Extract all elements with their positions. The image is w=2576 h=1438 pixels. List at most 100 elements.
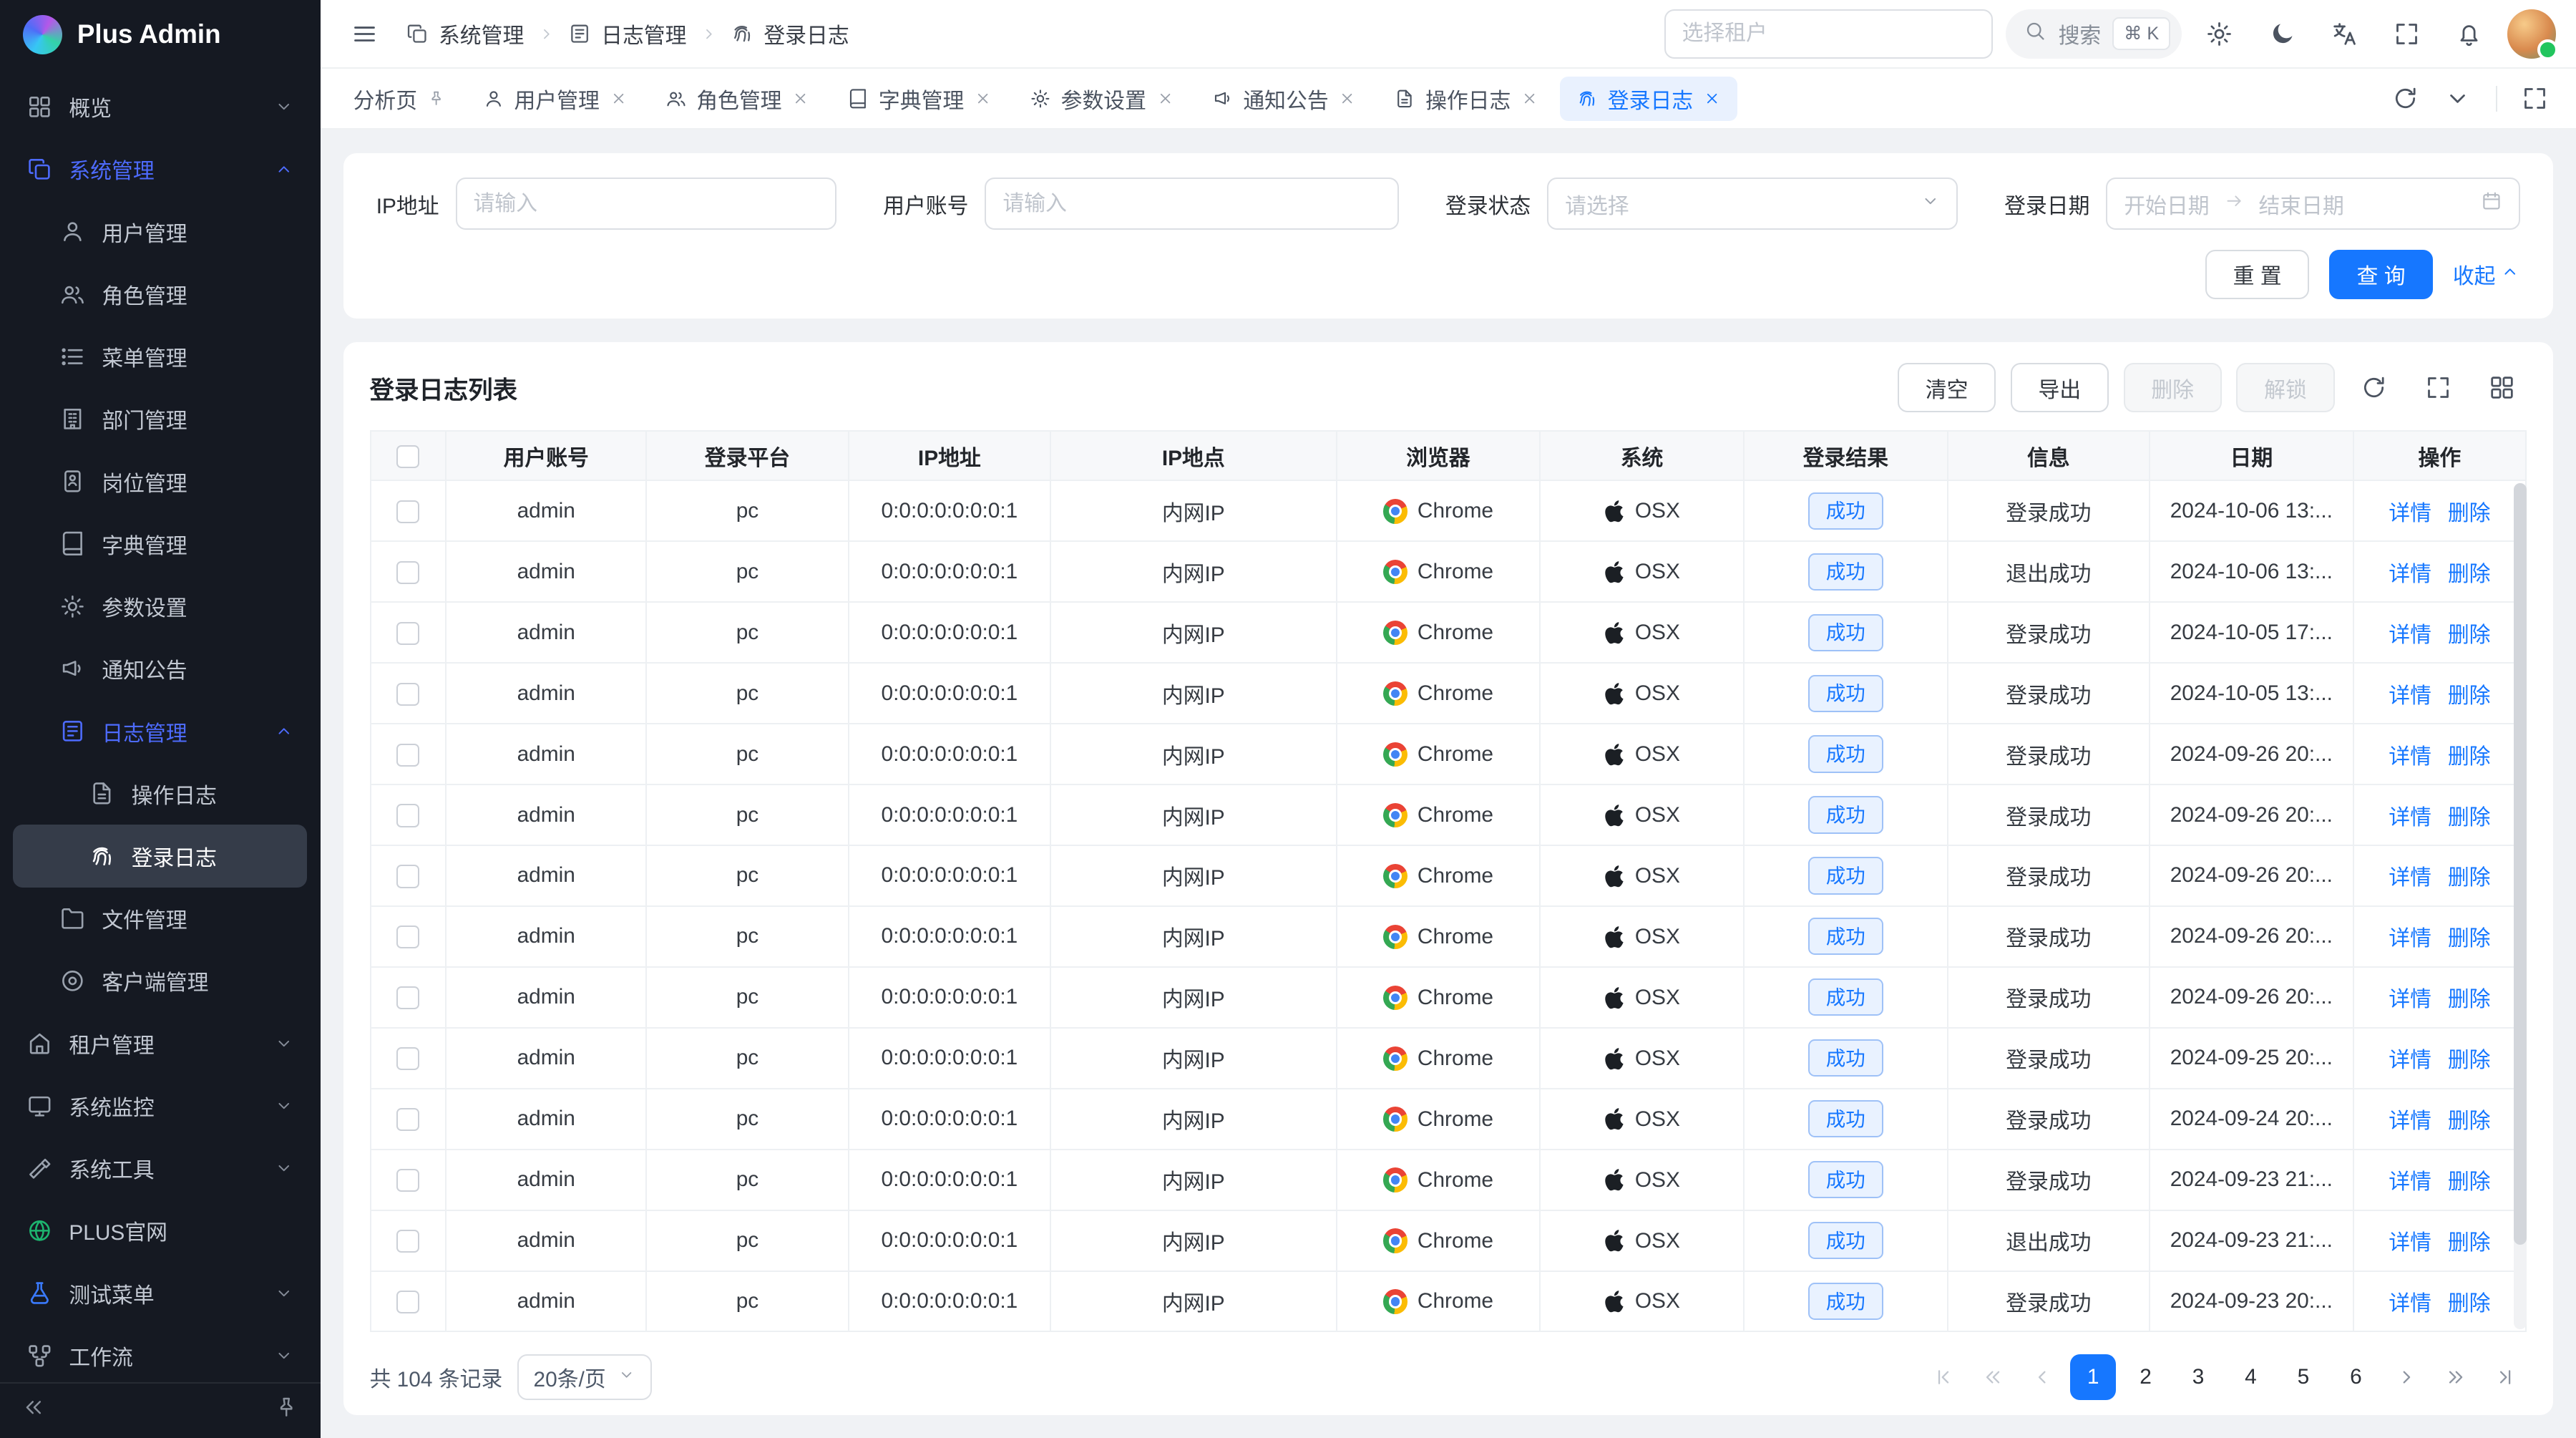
close-icon[interactable] bbox=[1521, 89, 1538, 107]
app-logo[interactable]: Plus Admin bbox=[0, 0, 321, 69]
delete-link[interactable]: 删除 bbox=[2448, 684, 2491, 708]
close-icon[interactable] bbox=[1156, 89, 1174, 107]
delete-link[interactable]: 删除 bbox=[2448, 1292, 2491, 1316]
refresh-tab-button[interactable] bbox=[2381, 74, 2430, 123]
breadcrumb-item-log-mgmt[interactable]: 日志管理 bbox=[568, 18, 686, 49]
close-icon[interactable] bbox=[1703, 89, 1721, 107]
pin-sidebar-button[interactable] bbox=[274, 1395, 298, 1426]
search-button[interactable]: 查 询 bbox=[2329, 250, 2433, 299]
table-fullscreen-button[interactable] bbox=[2414, 363, 2463, 412]
detail-link[interactable]: 详情 bbox=[2389, 745, 2431, 769]
sidebar-toggle-button[interactable] bbox=[340, 9, 389, 59]
sidebar-item-post-mgmt[interactable]: 岗位管理 bbox=[13, 450, 307, 512]
page-size-select[interactable]: 20条/页 bbox=[517, 1354, 652, 1400]
status-select[interactable]: 请选择 bbox=[1547, 178, 1958, 230]
row-checkbox[interactable] bbox=[396, 622, 419, 645]
detail-link[interactable]: 详情 bbox=[2389, 1292, 2431, 1316]
global-search[interactable]: 搜索 ⌘ K bbox=[2006, 9, 2182, 59]
row-checkbox[interactable] bbox=[396, 1291, 419, 1313]
notifications-button[interactable] bbox=[2444, 9, 2494, 59]
content-fullscreen-button[interactable] bbox=[2510, 74, 2560, 123]
detail-link[interactable]: 详情 bbox=[2389, 1170, 2431, 1194]
row-checkbox[interactable] bbox=[396, 986, 419, 1009]
settings-button[interactable] bbox=[2195, 9, 2244, 59]
delete-link[interactable]: 删除 bbox=[2448, 563, 2491, 586]
detail-link[interactable]: 详情 bbox=[2389, 927, 2431, 951]
prev-page-button[interactable] bbox=[2021, 1356, 2064, 1399]
row-checkbox[interactable] bbox=[396, 1108, 419, 1131]
detail-link[interactable]: 详情 bbox=[2389, 623, 2431, 647]
sidebar-item-role-mgmt[interactable]: 角色管理 bbox=[13, 263, 307, 325]
delete-link[interactable]: 删除 bbox=[2448, 1109, 2491, 1133]
row-checkbox[interactable] bbox=[396, 804, 419, 827]
user-avatar[interactable] bbox=[2507, 9, 2557, 59]
scrollbar-thumb[interactable] bbox=[2514, 483, 2527, 1245]
sidebar-item-workflow[interactable]: 工作流 bbox=[13, 1324, 307, 1382]
delete-link[interactable]: 删除 bbox=[2448, 1170, 2491, 1194]
tab-role-mgmt[interactable]: 角色管理 bbox=[649, 77, 826, 121]
row-checkbox[interactable] bbox=[396, 500, 419, 523]
detail-link[interactable]: 详情 bbox=[2389, 684, 2431, 708]
select-all-checkbox[interactable] bbox=[396, 445, 419, 468]
row-checkbox[interactable] bbox=[396, 683, 419, 706]
sidebar-item-overview[interactable]: 概览 bbox=[13, 76, 307, 138]
prev-5-pages-button[interactable] bbox=[1971, 1356, 2014, 1399]
ip-input[interactable] bbox=[456, 178, 837, 230]
page-1-button[interactable]: 1 bbox=[2070, 1354, 2116, 1400]
account-input[interactable] bbox=[985, 178, 1399, 230]
tenant-select[interactable] bbox=[1664, 9, 1993, 59]
tab-dict-mgmt[interactable]: 字典管理 bbox=[831, 77, 1008, 121]
close-icon[interactable] bbox=[974, 89, 992, 107]
last-page-button[interactable] bbox=[2484, 1356, 2527, 1399]
close-icon[interactable] bbox=[610, 89, 628, 107]
unlock-button[interactable]: 解锁 bbox=[2236, 363, 2334, 412]
sidebar-item-menu-mgmt[interactable]: 菜单管理 bbox=[13, 326, 307, 388]
row-checkbox[interactable] bbox=[396, 1047, 419, 1070]
sidebar-item-client-mgmt[interactable]: 客户端管理 bbox=[13, 950, 307, 1012]
sidebar-item-op-log[interactable]: 操作日志 bbox=[13, 762, 307, 825]
sidebar-item-login-log[interactable]: 登录日志 bbox=[13, 825, 307, 887]
language-button[interactable] bbox=[2320, 9, 2369, 59]
sidebar-item-plus-site[interactable]: PLUS官网 bbox=[13, 1200, 307, 1262]
row-checkbox[interactable] bbox=[396, 1230, 419, 1253]
sidebar-item-dept-mgmt[interactable]: 部门管理 bbox=[13, 388, 307, 450]
sidebar-item-user-mgmt[interactable]: 用户管理 bbox=[13, 200, 307, 263]
tab-analysis[interactable]: 分析页 bbox=[337, 77, 462, 121]
row-checkbox[interactable] bbox=[396, 744, 419, 767]
detail-link[interactable]: 详情 bbox=[2389, 563, 2431, 586]
sidebar-item-dict-mgmt[interactable]: 字典管理 bbox=[13, 512, 307, 575]
detail-link[interactable]: 详情 bbox=[2389, 1049, 2431, 1072]
first-page-button[interactable] bbox=[1922, 1356, 1965, 1399]
next-page-button[interactable] bbox=[2386, 1356, 2429, 1399]
sidebar-item-system-mgmt[interactable]: 系统管理 bbox=[13, 138, 307, 200]
detail-link[interactable]: 详情 bbox=[2389, 502, 2431, 525]
page-6-button[interactable]: 6 bbox=[2333, 1354, 2379, 1400]
delete-link[interactable]: 删除 bbox=[2448, 1049, 2491, 1072]
date-range-picker[interactable]: 开始日期 结束日期 bbox=[2106, 178, 2520, 230]
export-button[interactable]: 导出 bbox=[2011, 363, 2109, 412]
detail-link[interactable]: 详情 bbox=[2389, 1109, 2431, 1133]
sidebar-item-test-menu[interactable]: 测试菜单 bbox=[13, 1262, 307, 1324]
delete-link[interactable]: 删除 bbox=[2448, 502, 2491, 525]
sidebar-item-notice[interactable]: 通知公告 bbox=[13, 638, 307, 700]
collapse-sidebar-button[interactable] bbox=[21, 1395, 46, 1426]
tab-notice[interactable]: 通知公告 bbox=[1196, 77, 1373, 121]
close-icon[interactable] bbox=[1338, 89, 1356, 107]
row-checkbox[interactable] bbox=[396, 1169, 419, 1192]
reset-button[interactable]: 重 置 bbox=[2205, 250, 2309, 299]
breadcrumb-item-system-mgmt[interactable]: 系统管理 bbox=[406, 18, 524, 49]
delete-link[interactable]: 删除 bbox=[2448, 745, 2491, 769]
row-checkbox[interactable] bbox=[396, 561, 419, 584]
page-4-button[interactable]: 4 bbox=[2228, 1354, 2273, 1400]
tab-op-log[interactable]: 操作日志 bbox=[1378, 77, 1556, 121]
delete-link[interactable]: 删除 bbox=[2448, 866, 2491, 890]
sidebar-item-file-mgmt[interactable]: 文件管理 bbox=[13, 888, 307, 950]
detail-link[interactable]: 详情 bbox=[2389, 806, 2431, 830]
tab-login-log[interactable]: 登录日志 bbox=[1560, 77, 1737, 121]
breadcrumb-item-login-log[interactable]: 登录日志 bbox=[731, 18, 849, 49]
close-icon[interactable] bbox=[791, 89, 809, 107]
delete-link[interactable]: 删除 bbox=[2448, 927, 2491, 951]
delete-link[interactable]: 删除 bbox=[2448, 806, 2491, 830]
sidebar-item-param-settings[interactable]: 参数设置 bbox=[13, 575, 307, 637]
clear-button[interactable]: 清空 bbox=[1898, 363, 1996, 412]
